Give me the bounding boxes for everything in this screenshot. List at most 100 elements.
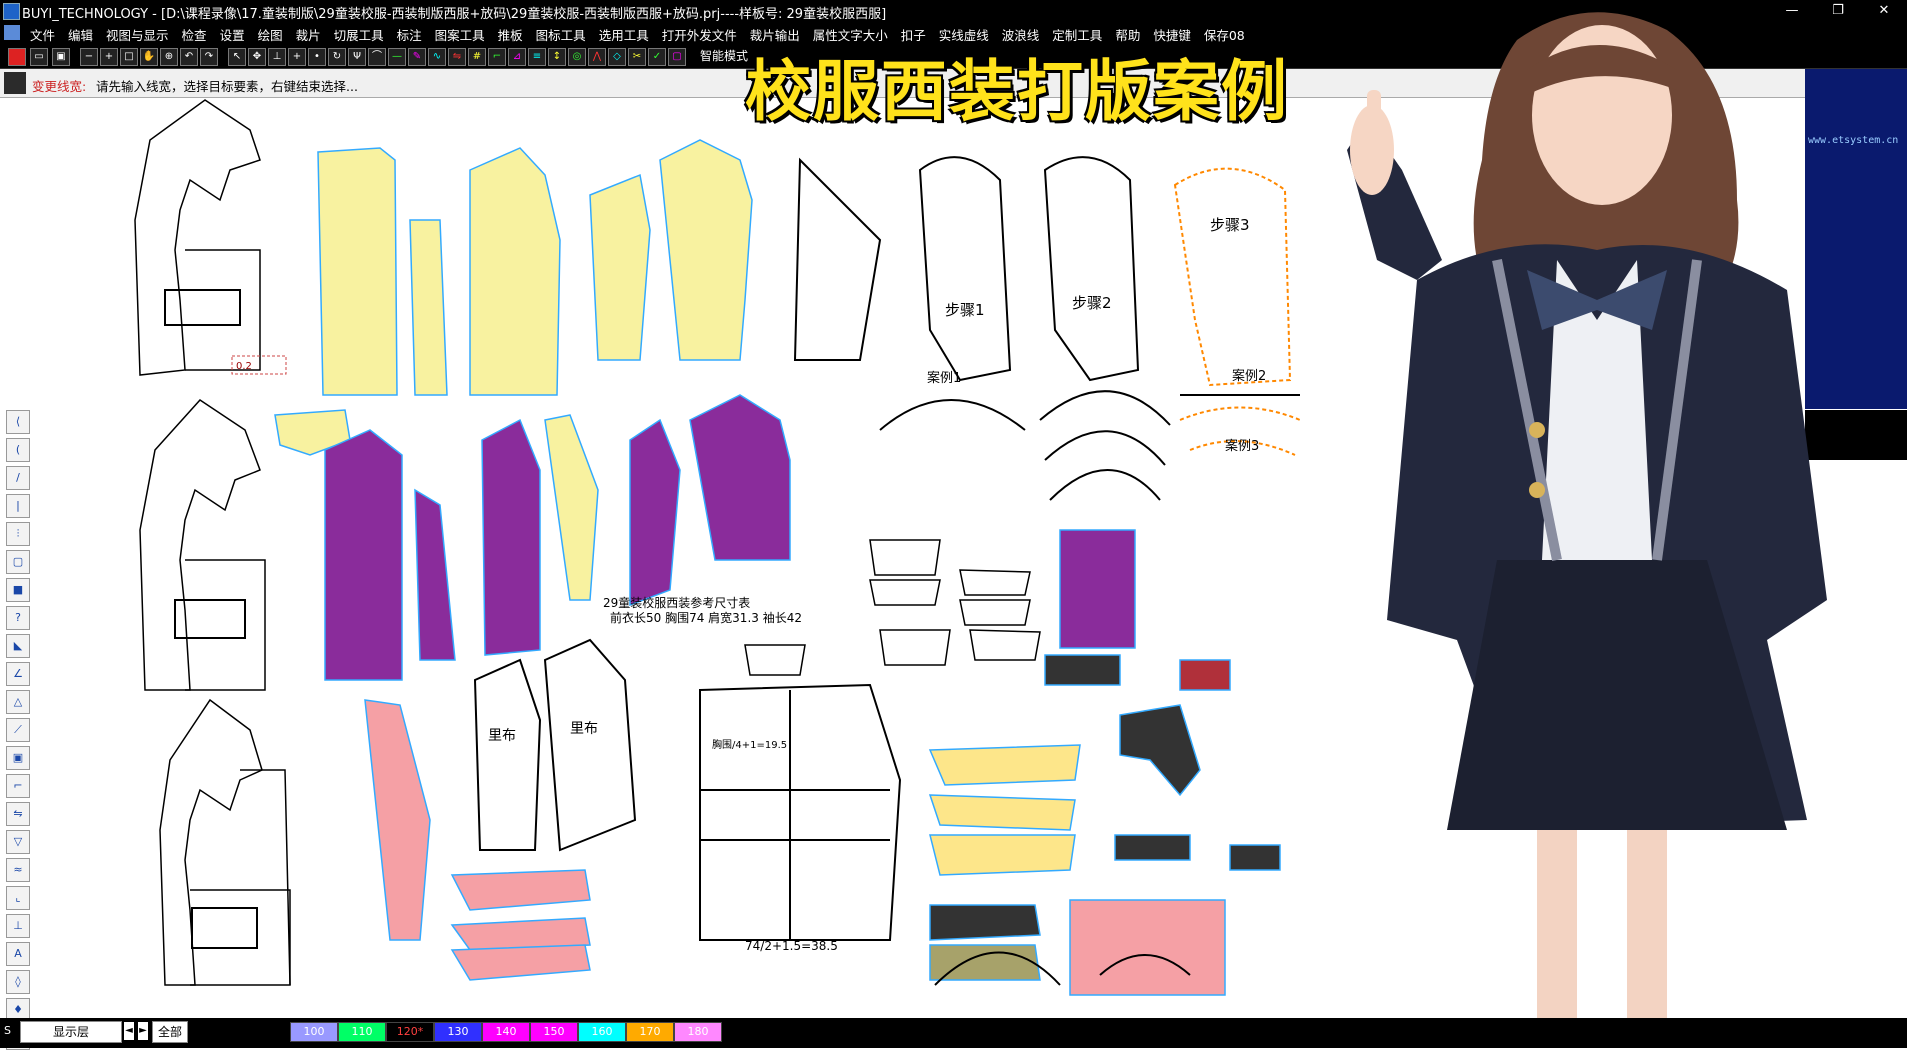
- menu-item[interactable]: 视图与显示: [106, 25, 169, 44]
- layer-color-cell[interactable]: 130: [434, 1022, 482, 1042]
- all-layers-button[interactable]: 全部: [152, 1021, 188, 1043]
- note-label: 0.2: [236, 361, 252, 372]
- doc-icon[interactable]: [4, 25, 20, 40]
- zoom-window-icon[interactable]: ⊕: [160, 48, 178, 66]
- tool-angle-icon[interactable]: ∠: [6, 662, 30, 686]
- pen-icon[interactable]: ✎: [408, 48, 426, 66]
- tool-leaf-icon[interactable]: ◊: [6, 970, 30, 994]
- menu-item[interactable]: 推板: [498, 25, 523, 44]
- layer-color-cell[interactable]: 150: [530, 1022, 578, 1042]
- menu-item[interactable]: 标注: [397, 25, 422, 44]
- tool-dash-icon[interactable]: ⊥: [6, 914, 30, 938]
- menu-item[interactable]: 图标工具: [536, 25, 586, 44]
- pattern-piece-dark: [1044, 654, 1121, 686]
- tool-shape-icon[interactable]: ◣: [6, 634, 30, 658]
- menu-item[interactable]: 文件: [30, 25, 55, 44]
- next-layer-arrow-icon[interactable]: ►: [138, 1022, 148, 1040]
- menu-item[interactable]: 设置: [220, 25, 245, 44]
- menu-item[interactable]: 编辑: [68, 25, 93, 44]
- measure-icon[interactable]: ⊿: [508, 48, 526, 66]
- new-icon[interactable]: [8, 48, 26, 66]
- layer-color-cell[interactable]: 160: [578, 1022, 626, 1042]
- tool-rect-icon[interactable]: ▢: [6, 550, 30, 574]
- pattern-piece-dark: [929, 904, 1041, 941]
- mirror-icon[interactable]: ⇋: [448, 48, 466, 66]
- tool-step-icon[interactable]: ⌞: [6, 886, 30, 910]
- prev-layer-arrow-icon[interactable]: ◄: [124, 1022, 134, 1040]
- zoom-out-icon[interactable]: −: [80, 48, 98, 66]
- tool-corner-icon[interactable]: ⌐: [6, 774, 30, 798]
- select-icon[interactable]: ↖: [228, 48, 246, 66]
- point-icon[interactable]: •: [308, 48, 326, 66]
- move-icon[interactable]: ✥: [248, 48, 266, 66]
- button-hole-icon[interactable]: ◎: [568, 48, 586, 66]
- pan-icon[interactable]: ✋: [140, 48, 158, 66]
- curve-icon[interactable]: ∿: [428, 48, 446, 66]
- redo-icon[interactable]: ↷: [200, 48, 218, 66]
- tool-slope-icon[interactable]: ⟋: [6, 718, 30, 742]
- cross-icon[interactable]: +: [288, 48, 306, 66]
- arc-icon[interactable]: ⌒: [368, 48, 386, 66]
- menu-item[interactable]: 打开外发文件: [662, 25, 737, 44]
- tool-text-icon[interactable]: A: [6, 942, 30, 966]
- menu-item[interactable]: 选用工具: [599, 25, 649, 44]
- seam-icon[interactable]: ≡: [528, 48, 546, 66]
- menu-item[interactable]: 裁片: [296, 25, 321, 44]
- pattern-piece-yellow: [317, 147, 398, 396]
- tool-square-icon[interactable]: ■: [6, 578, 30, 602]
- menu-item[interactable]: 图案工具: [435, 25, 485, 44]
- check-icon[interactable]: ✓: [648, 48, 666, 66]
- tool-triangle-icon[interactable]: △: [6, 690, 30, 714]
- grid-icon[interactable]: #: [468, 48, 486, 66]
- tool-curve-icon[interactable]: ⟨: [6, 410, 30, 434]
- undo-icon[interactable]: ↶: [180, 48, 198, 66]
- pattern-piece-purple: [324, 429, 403, 681]
- step3-label: 步骤3: [1210, 216, 1250, 234]
- mode-label[interactable]: 智能模式: [700, 47, 749, 64]
- layer-color-cell[interactable]: 140: [482, 1022, 530, 1042]
- window-title: BUYI_TECHNOLOGY - [D:\课程录像\17.童装制版\29童装校…: [22, 7, 887, 22]
- line-icon[interactable]: —: [388, 48, 406, 66]
- fork-icon[interactable]: Ψ: [348, 48, 366, 66]
- pattern-piece-pink: [450, 869, 591, 911]
- pattern-piece-purple: [481, 418, 541, 656]
- layer-select[interactable]: 显示层: [20, 1021, 122, 1043]
- s-marker: S: [4, 1024, 11, 1037]
- menu-item[interactable]: 检查: [182, 25, 207, 44]
- pattern-piece-yellow: [274, 409, 351, 456]
- dart-icon[interactable]: ◇: [608, 48, 626, 66]
- layer-color-cell[interactable]: 110: [338, 1022, 386, 1042]
- pattern-piece-yellow: [409, 219, 448, 396]
- rotate-icon[interactable]: ↻: [328, 48, 346, 66]
- layer-color-cell[interactable]: 100: [290, 1022, 338, 1042]
- save-icon[interactable]: ▣: [52, 48, 70, 66]
- command-label: 变更线宽:: [32, 79, 87, 94]
- command-hint: 请先输入线宽，选择目标要素，右键结束选择...: [96, 79, 358, 94]
- fit-icon[interactable]: □: [120, 48, 138, 66]
- menu-item[interactable]: 切展工具: [334, 25, 384, 44]
- layer-color-cell[interactable]: 120*: [386, 1022, 434, 1042]
- notch-icon[interactable]: ⌐: [488, 48, 506, 66]
- cut-icon[interactable]: ✂: [628, 48, 646, 66]
- pattern-piece-yellow: [589, 173, 651, 361]
- tool-help-icon[interactable]: ?: [6, 606, 30, 630]
- pleat-icon[interactable]: ⋀: [588, 48, 606, 66]
- tool-tilde-icon[interactable]: ≈: [6, 858, 30, 882]
- tool-line-icon[interactable]: /: [6, 466, 30, 490]
- grain-icon[interactable]: ↕: [548, 48, 566, 66]
- collar-piece: [928, 794, 1076, 831]
- lining-piece: [543, 638, 637, 852]
- tool-flip-icon[interactable]: ⇋: [6, 802, 30, 826]
- tool-arc-icon[interactable]: (: [6, 438, 30, 462]
- layer-color-cell[interactable]: 170: [626, 1022, 674, 1042]
- tool-split-icon[interactable]: ⫶: [6, 522, 30, 546]
- menu-item[interactable]: 绘图: [258, 25, 283, 44]
- tool-vertical-icon[interactable]: |: [6, 494, 30, 518]
- zoom-in-icon[interactable]: +: [100, 48, 118, 66]
- piece-icon[interactable]: ▢: [668, 48, 686, 66]
- ruler-icon[interactable]: ⊥: [268, 48, 286, 66]
- layer-color-cell[interactable]: 180: [674, 1022, 722, 1042]
- tool-funnel-icon[interactable]: ▽: [6, 830, 30, 854]
- tool-save-icon[interactable]: ▣: [6, 746, 30, 770]
- open-icon[interactable]: ▭: [30, 48, 48, 66]
